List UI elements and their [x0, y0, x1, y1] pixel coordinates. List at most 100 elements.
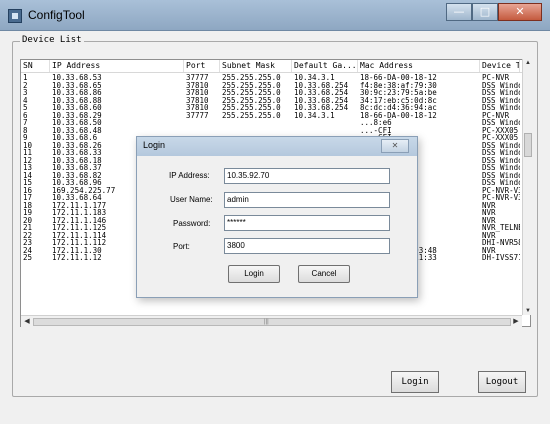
table-cell: PC-NVR-V3.0: [482, 186, 520, 194]
table-row[interactable]: 4 10.33.68.88 37810 255.255.255.0 10.33.68.2…: [21, 96, 530, 105]
table-cell: NVR: [482, 231, 496, 239]
logout-button[interactable]: Logout: [478, 371, 526, 393]
table-cell: [220, 119, 292, 127]
table-header: SN IP Address Port Subnet Mask Default G…: [21, 60, 530, 73]
scroll-left-icon[interactable]: ◀: [22, 317, 32, 327]
table-cell: 18-66-DA-00-18-12: [360, 111, 437, 119]
maximize-icon[interactable]: □: [472, 3, 498, 21]
dialog-login-button[interactable]: Login: [228, 265, 280, 283]
window-controls: — □ ✕: [446, 3, 542, 21]
table-cell: 15: [23, 179, 33, 187]
column-header-sn[interactable]: SN: [21, 60, 50, 72]
grip-icon: |||: [264, 319, 269, 325]
port-field[interactable]: 3800: [224, 238, 390, 254]
table-cell: 11: [23, 149, 33, 157]
table-cell: NVR: [482, 216, 496, 224]
title-bar: ConfigTool — □ ✕: [0, 0, 550, 31]
device-list-label: Device List: [20, 35, 84, 45]
window-title: ConfigTool: [28, 8, 85, 22]
table-cell: 1: [23, 74, 28, 82]
dialog-cancel-button[interactable]: Cancel: [298, 265, 350, 283]
column-header-port[interactable]: Port: [184, 60, 220, 72]
table-cell: NVR: [482, 209, 496, 217]
ip-address-label: IP Address:: [169, 171, 210, 180]
table-cell: 10.33.68.65: [52, 81, 102, 89]
login-dialog-title: Login: [143, 140, 166, 150]
dialog-close-icon[interactable]: ✕: [381, 139, 409, 153]
scroll-right-icon[interactable]: ▶: [511, 317, 521, 327]
table-cell: PC-NVR: [482, 111, 510, 119]
table-cell: 30:9c:23:79:5a:be: [360, 89, 437, 97]
table-cell: [292, 119, 358, 127]
table-row[interactable]: 2 10.33.68.65 37810 255.255.255.0 10.33.68.2…: [21, 81, 530, 90]
password-field[interactable]: ******: [224, 215, 390, 231]
table-cell: 17: [23, 194, 33, 202]
column-header-subnet[interactable]: Subnet Mask: [220, 60, 292, 72]
table-cell: 10.33.68.53: [52, 74, 102, 82]
table-cell: 10.34.3.1: [294, 74, 335, 82]
vertical-scrollbar[interactable]: ▲ ▼: [522, 59, 532, 315]
port-label: Port:: [173, 242, 190, 251]
table-cell: 10: [23, 141, 33, 149]
table-cell: DSS Windows: [482, 179, 520, 187]
table-cell: 10.33.68.86: [52, 89, 102, 97]
scroll-up-icon[interactable]: ▲: [523, 59, 533, 67]
table-cell: 10.33.68.60: [52, 104, 102, 112]
table-cell: 37810: [186, 96, 209, 104]
table-cell: [292, 127, 358, 135]
table-cell: [184, 119, 220, 127]
table-cell: 37777: [186, 74, 209, 82]
table-cell: 19: [23, 209, 33, 217]
table-cell: 10.33.68.48: [52, 126, 102, 134]
login-dialog: Login ✕ IP Address: 10.35.92.70 User Nam…: [136, 136, 418, 298]
table-cell: 37777: [186, 111, 209, 119]
table-cell: DSS Windows: [482, 164, 520, 172]
table-cell: 7: [23, 119, 28, 127]
horizontal-scrollbar[interactable]: ◀ ||| ▶: [21, 315, 522, 327]
table-row[interactable]: 3 10.33.68.86 37810 255.255.255.0 10.33.68.2…: [21, 89, 530, 97]
column-header-gateway[interactable]: Default Ga...: [292, 60, 358, 72]
table-cell: 10.34.3.1: [294, 111, 335, 119]
table-cell: 37810: [186, 89, 209, 97]
table-cell: 10.33.68.254: [294, 81, 349, 89]
table-cell: 4: [23, 96, 28, 104]
table-cell: DSS Windows: [482, 81, 520, 89]
table-cell: 10.33.68.88: [52, 96, 102, 104]
column-header-device-type[interactable]: Device Type: [480, 60, 520, 72]
table-cell: 2: [23, 81, 28, 89]
vertical-scroll-thumb[interactable]: [524, 133, 532, 157]
config-tool-window: ConfigTool — □ ✕ Device List SN IP Addre…: [0, 0, 550, 424]
table-cell: 18: [23, 201, 33, 209]
table-cell: DSS Windows: [482, 119, 520, 127]
table-cell: DSS Windows: [482, 141, 520, 149]
column-header-mac[interactable]: Mac Address: [358, 60, 480, 72]
table-row[interactable]: 810.33.68.48...-CFIPC-XXX058: [21, 126, 530, 135]
table-cell: 12: [23, 156, 33, 164]
table-row[interactable]: 6 10.33.68.29 37777 255.255.255.0 10.34.3.1 1…: [21, 111, 530, 120]
table-cell: 255.255.255.0: [222, 74, 281, 82]
column-header-ip[interactable]: IP Address: [50, 60, 184, 72]
table-cell: 37810: [186, 104, 209, 112]
table-cell: DH-IVSS716D: [482, 254, 520, 262]
scroll-down-icon[interactable]: ▼: [523, 307, 533, 315]
table-cell: 255.255.255.0: [222, 96, 281, 104]
table-cell: 9: [23, 134, 28, 142]
password-label: Password:: [173, 219, 211, 228]
table-cell: [184, 127, 220, 135]
table-cell: PC-XXX05: [482, 134, 519, 142]
table-cell: NVR: [482, 246, 496, 254]
table-row[interactable]: 5 10.33.68.60 37810 255.255.255.0 10.33.68.2…: [21, 104, 530, 112]
close-icon[interactable]: ✕: [498, 3, 542, 21]
table-row[interactable]: 1 10.33.68.53 37777 255.255.255.0 10.34.3.1 1…: [21, 74, 530, 82]
table-cell: 5: [23, 104, 28, 112]
user-name-field[interactable]: admin: [224, 192, 390, 208]
table-cell: DSS Windows: [482, 156, 520, 164]
login-button[interactable]: Login: [391, 371, 439, 393]
table-row[interactable]: 710.33.68.50...8:e6DSS Windows8: [21, 119, 530, 127]
table-cell: 25: [23, 254, 33, 262]
table-cell: 10.33.68.29: [52, 111, 102, 119]
ip-address-field[interactable]: 10.35.92.70: [224, 168, 390, 184]
minimize-icon[interactable]: —: [446, 3, 472, 21]
horizontal-scroll-thumb[interactable]: |||: [33, 318, 511, 326]
login-dialog-titlebar: Login ✕: [137, 137, 417, 156]
